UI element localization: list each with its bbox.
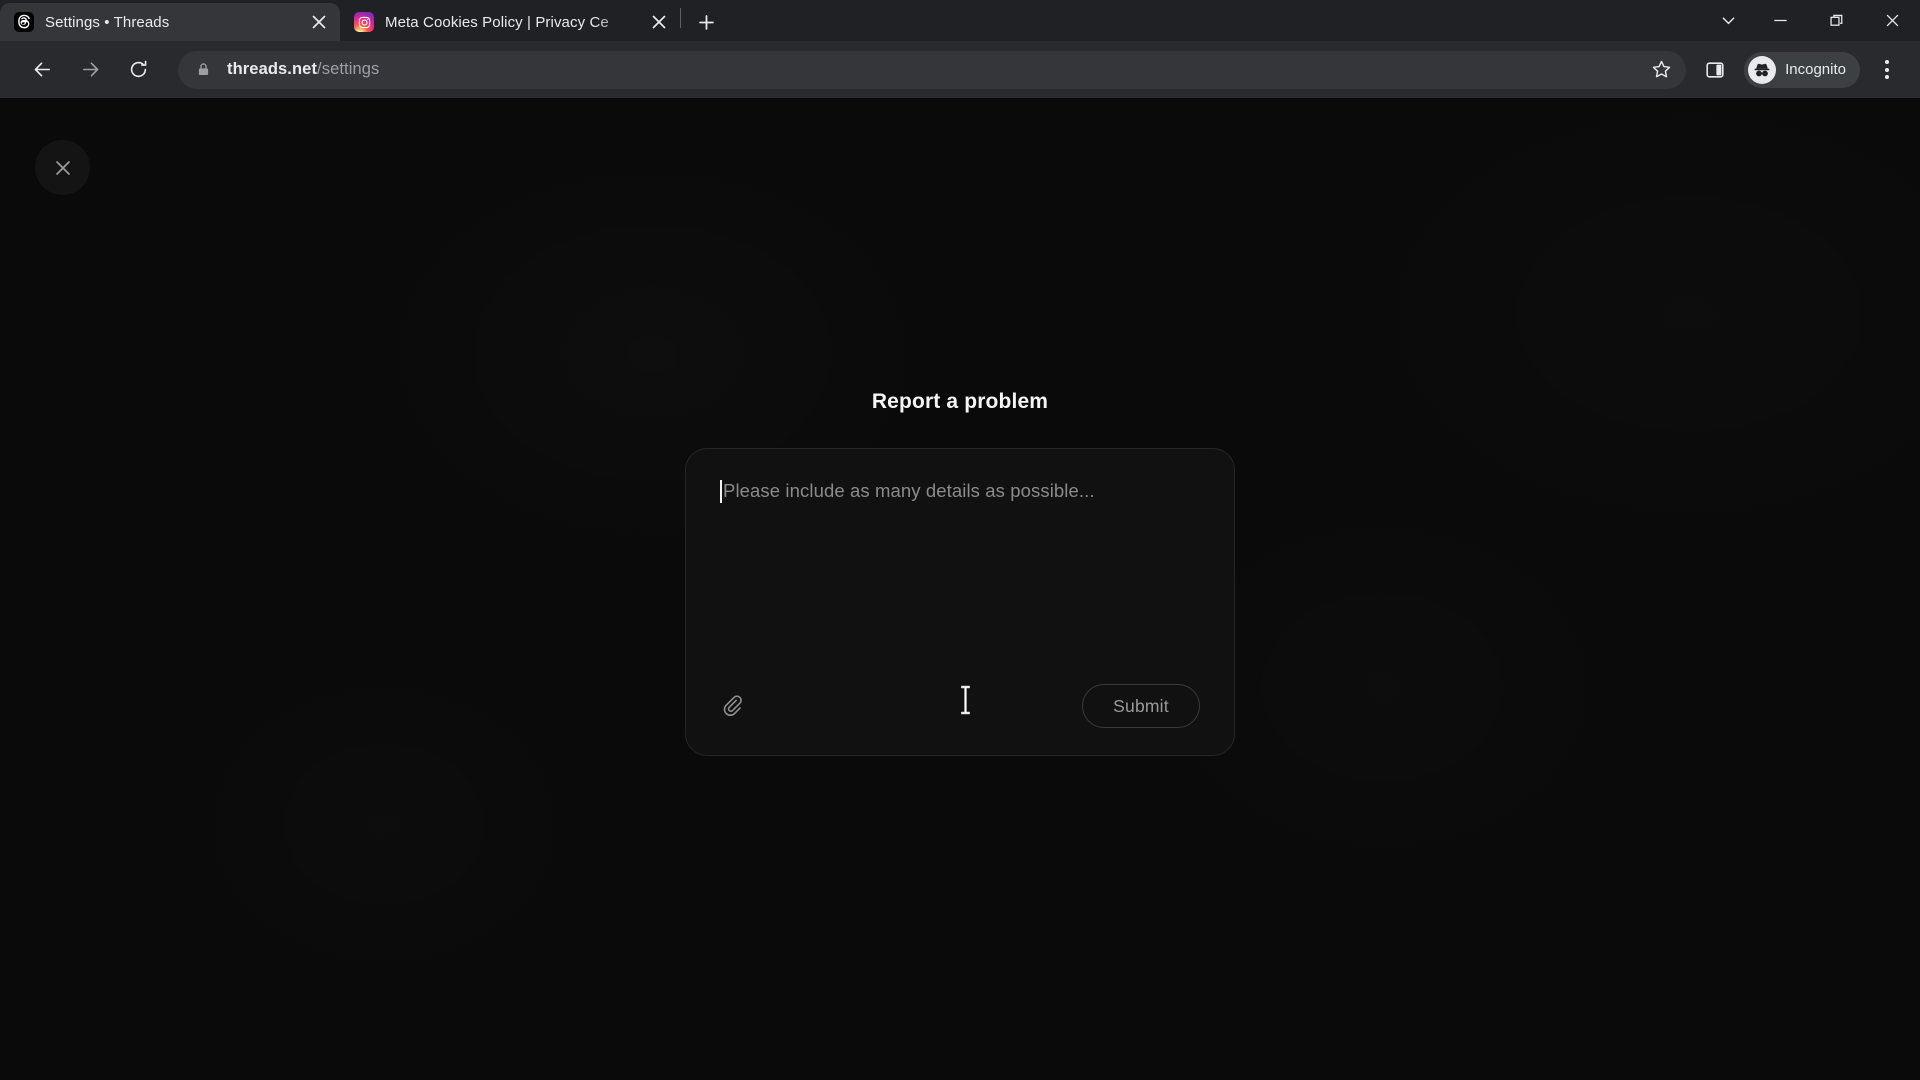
paperclip-icon[interactable] [716,689,750,723]
star-icon[interactable] [1643,59,1672,80]
report-problem-dialog: Report a problem Please include as many … [685,98,1235,756]
instagram-icon [354,12,374,32]
window-controls [1704,0,1920,41]
reload-icon[interactable] [118,50,158,90]
address-bar[interactable]: threads.net/settings [178,50,1687,89]
close-x-icon[interactable] [35,140,90,195]
submit-button[interactable]: Submit [1082,684,1200,728]
threads-icon [14,12,34,32]
menu-dot [1885,60,1889,64]
address-bar-url: threads.net/settings [227,60,379,79]
lock-icon [196,62,211,77]
back-arrow-icon[interactable] [22,50,62,90]
maximize-restore-icon[interactable] [1808,0,1864,41]
tab-close-icon[interactable] [306,9,332,35]
incognito-profile-chip[interactable]: Incognito [1744,51,1860,88]
tab-separator [680,7,681,28]
menu-dot [1885,67,1889,72]
page-viewport: Report a problem Please include as many … [0,98,1920,1080]
menu-dot [1885,75,1889,79]
browser-tab-meta-cookies[interactable]: Meta Cookies Policy | Privacy Ce [340,3,680,41]
report-textarea[interactable]: Please include as many details as possib… [720,479,1200,683]
url-domain: threads.net [227,60,318,78]
report-problem-card: Please include as many details as possib… [685,448,1235,756]
url-path: /settings [317,60,380,78]
tab-strip: Settings • Threads Meta Cookies Policy |… [0,0,1920,41]
forward-arrow-icon[interactable] [70,50,110,90]
report-card-footer: Submit [720,683,1200,729]
tab-search-chevron-icon[interactable] [1704,0,1752,41]
tab-title: Settings • Threads [45,13,170,31]
incognito-spy-icon [1748,55,1777,84]
browser-tab-threads[interactable]: Settings • Threads [0,3,340,41]
browser-toolbar: threads.net/settings Incognito [0,41,1920,98]
new-tab-button[interactable] [689,5,723,39]
tab-title: Meta Cookies Policy | Privacy Ce [385,13,609,31]
text-caret [720,480,722,503]
incognito-label: Incognito [1785,61,1846,78]
three-dot-menu-icon[interactable] [1868,51,1906,89]
page-title: Report a problem [871,390,1049,413]
browser-window: Settings • Threads Meta Cookies Policy |… [0,0,1920,1080]
window-close-icon[interactable] [1864,0,1920,41]
minimize-icon[interactable] [1752,0,1808,41]
side-panel-icon[interactable] [1696,51,1734,89]
report-textarea-placeholder: Please include as many details as possib… [723,480,1095,501]
tab-close-icon[interactable] [646,9,672,35]
